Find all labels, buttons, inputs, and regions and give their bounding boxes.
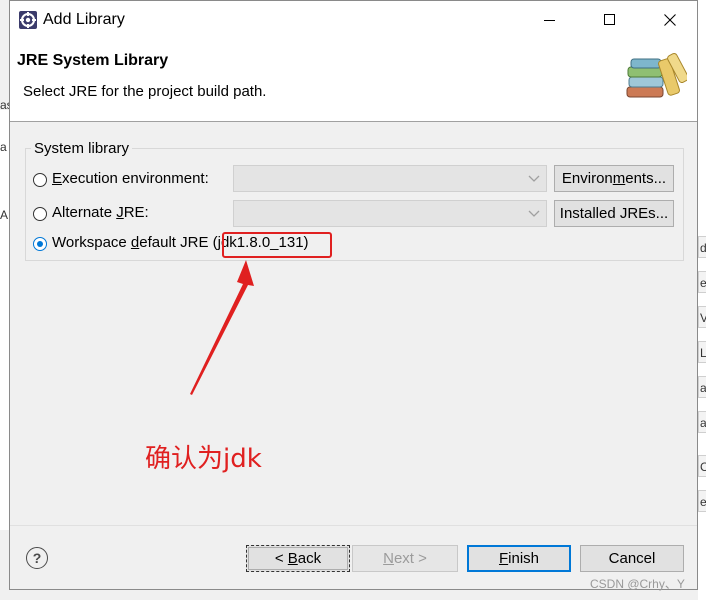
background-item: al: [698, 411, 706, 433]
environments-button[interactable]: Environ m ents...: [554, 165, 674, 192]
background-item: e: [698, 271, 706, 293]
maximize-button[interactable]: [587, 1, 633, 39]
eclipse-app-icon: [18, 10, 38, 30]
wizard-header: JRE System Library Select JRE for the pr…: [10, 39, 697, 122]
execution-environment-combo[interactable]: [233, 165, 547, 192]
background-item: L: [698, 341, 706, 363]
annotation-text: 确认为jdk: [145, 444, 262, 474]
installed-jres-button[interactable]: Installed JREs...: [554, 200, 674, 227]
maximize-icon: [604, 14, 615, 25]
chevron-down-icon: [528, 175, 540, 182]
background-item: as: [698, 376, 706, 398]
execution-environment-radio[interactable]: [33, 173, 47, 187]
minimize-icon: [544, 20, 555, 21]
background-item: C: [698, 455, 706, 477]
alternate-jre-label[interactable]: Alternate JRE:: [52, 204, 149, 221]
page-title: JRE System Library: [17, 52, 169, 69]
title-bar[interactable]: Add Library: [10, 1, 697, 39]
minimize-button[interactable]: [527, 1, 573, 39]
background-item: d: [698, 236, 706, 258]
close-button[interactable]: [647, 1, 693, 39]
window-title: Add Library: [43, 11, 125, 28]
background-item: V: [698, 306, 706, 328]
highlight-box: [222, 232, 332, 258]
help-icon[interactable]: ?: [26, 547, 48, 569]
page-description: Select JRE for the project build path.: [23, 83, 267, 100]
watermark: CSDN @Crhy、Y: [590, 577, 685, 591]
group-label: System library: [31, 140, 133, 157]
workspace-default-jre-radio[interactable]: [33, 237, 47, 251]
background-item: er: [698, 490, 706, 512]
back-button[interactable]: < Back: [246, 545, 350, 572]
cancel-button[interactable]: Cancel: [580, 545, 684, 572]
close-icon: [664, 14, 676, 26]
chevron-down-icon: [528, 210, 540, 217]
execution-environment-label[interactable]: Execution environment:: [52, 170, 209, 187]
library-books-icon: [625, 47, 689, 107]
add-library-dialog: Add Library JRE System Library Select JR…: [9, 0, 698, 590]
finish-button[interactable]: Finish: [467, 545, 571, 572]
alternate-jre-combo[interactable]: [233, 200, 547, 227]
footer-separator: [10, 525, 697, 526]
annotation-arrow-icon: [190, 260, 254, 395]
alternate-jre-radio[interactable]: [33, 207, 47, 221]
next-button[interactable]: Next >: [352, 545, 458, 572]
